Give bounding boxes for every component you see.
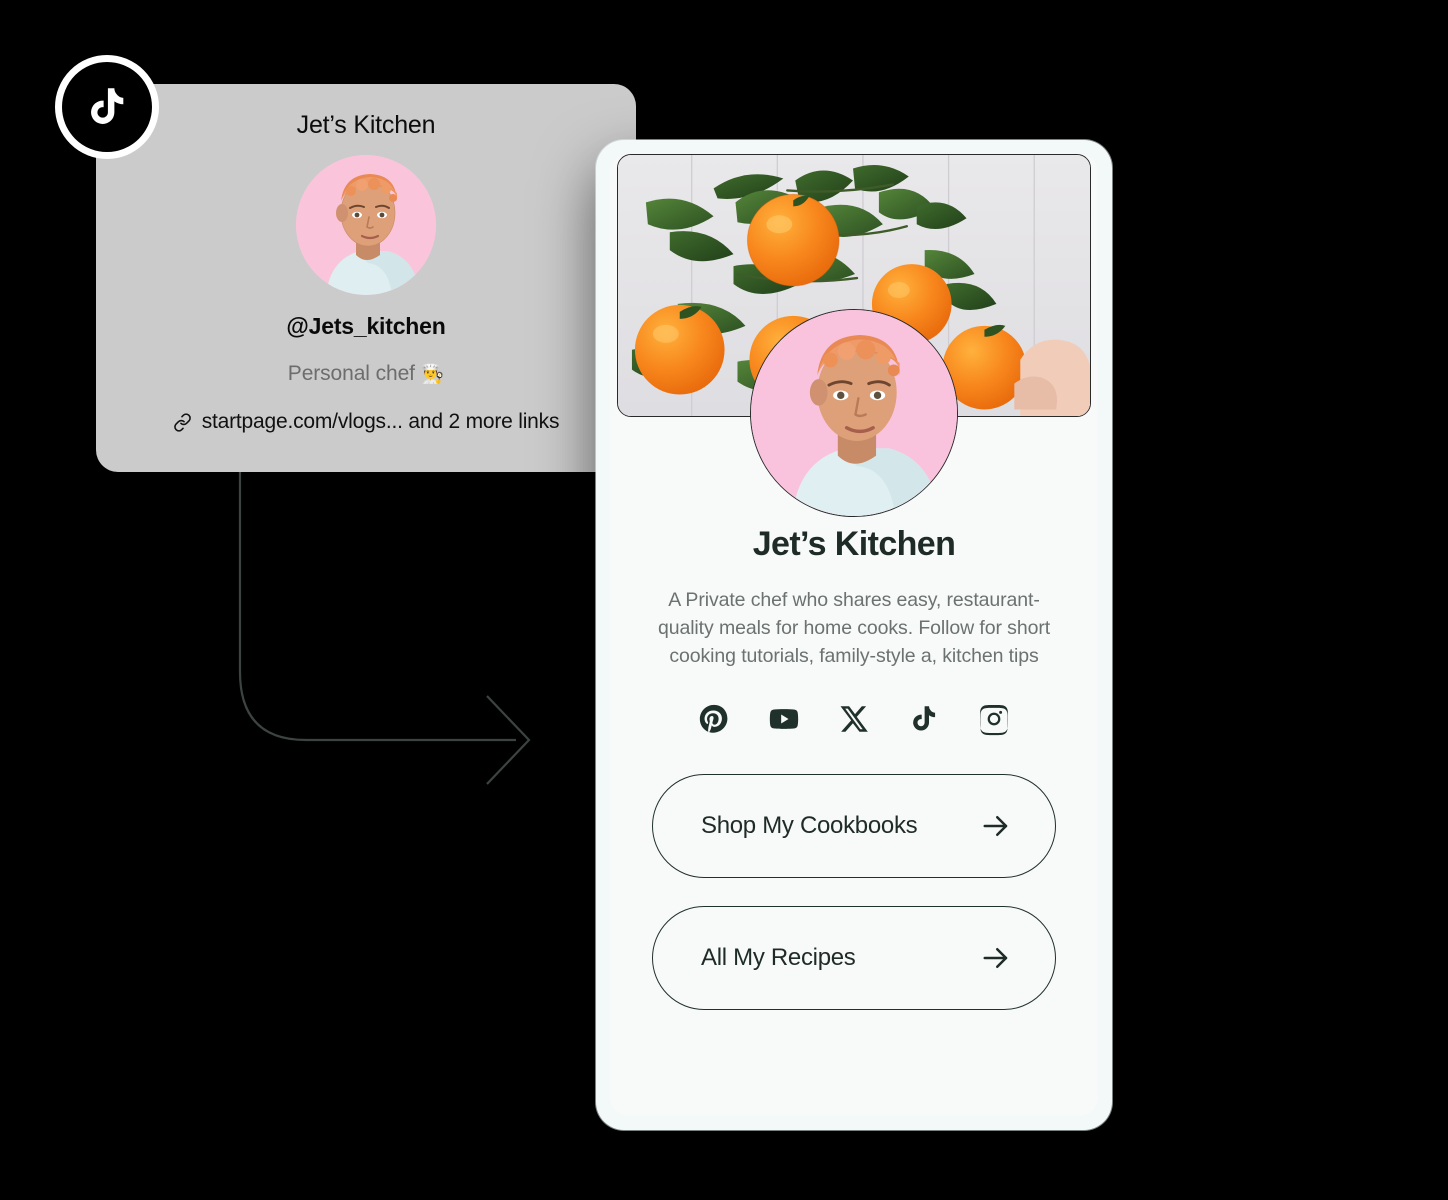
tiktok-badge[interactable]	[55, 55, 159, 159]
arrow-right-icon	[981, 811, 1011, 841]
tiktok-icon[interactable]	[907, 702, 941, 736]
tiktok-profile-card[interactable]: Jet’s Kitchen @Jets_kitchen Personal che…	[96, 84, 636, 472]
x-icon[interactable]	[837, 702, 871, 736]
phone-preview: Jet’s Kitchen A Private chef who shares …	[596, 140, 1112, 1130]
tiktok-icon	[91, 88, 124, 124]
link-button-label: All My Recipes	[701, 944, 856, 971]
card-title: Jet’s Kitchen	[296, 111, 436, 139]
profile-title: Jet’s Kitchen	[752, 525, 956, 563]
profile-bio: A Private chef who shares easy, restaura…	[657, 589, 1051, 667]
pinterest-icon[interactable]	[697, 702, 731, 736]
chef-emoji: 👨‍🍳	[420, 364, 445, 385]
link-chain-icon	[173, 412, 191, 432]
link-button-shop-my-cookbooks[interactable]: Shop My Cookbooks	[652, 774, 1056, 878]
card-handle: @Jets_kitchen	[286, 313, 446, 339]
scene-canvas: Jet’s Kitchen @Jets_kitchen Personal che…	[0, 0, 1448, 1200]
youtube-icon[interactable]	[767, 702, 801, 736]
link-button-label: Shop My Cookbooks	[701, 812, 918, 839]
arrow-right-icon	[981, 943, 1011, 973]
phone-screen: Jet’s Kitchen A Private chef who shares …	[610, 154, 1098, 1116]
phone-avatar	[750, 309, 958, 517]
card-links-row[interactable]: startpage.com/vlogs... and 2 more links	[96, 410, 636, 434]
social-links-row	[610, 702, 1098, 736]
card-avatar	[296, 155, 436, 295]
card-bio: Personal chef 👨‍🍳	[96, 362, 636, 386]
link-button-all-my-recipes[interactable]: All My Recipes	[652, 906, 1056, 1010]
card-bio-text: Personal chef	[287, 362, 415, 385]
card-links-text: startpage.com/vlogs... and 2 more links	[201, 410, 560, 433]
instagram-icon[interactable]	[977, 702, 1011, 736]
link-buttons-list: Shop My Cookbooks All My Recipes	[610, 774, 1098, 1010]
